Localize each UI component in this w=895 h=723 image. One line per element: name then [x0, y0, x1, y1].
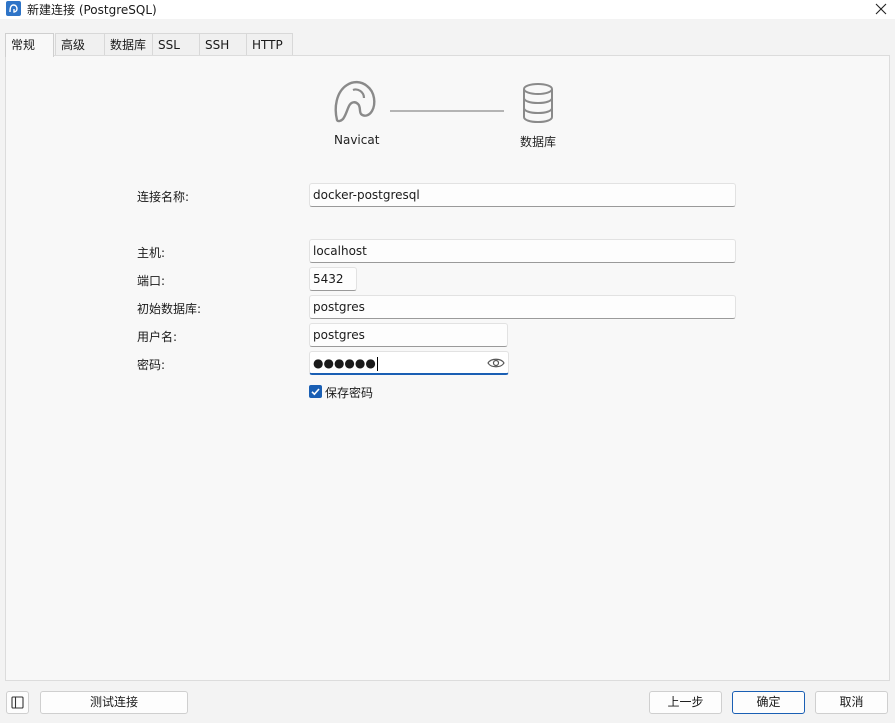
initial-database-input[interactable]: postgres — [309, 295, 736, 319]
initial-database-label: 初始数据库: — [137, 302, 202, 316]
navicat-logo-icon — [334, 80, 376, 123]
test-connection-button[interactable]: 测试连接 — [40, 691, 188, 714]
save-password-checkbox[interactable] — [309, 385, 322, 398]
title-bar: 新建连接 (PostgreSQL) — [0, 0, 895, 19]
ok-button[interactable]: 确定 — [732, 691, 805, 714]
password-masked-value: ●●●●●● — [313, 356, 376, 370]
host-label: 主机: — [137, 246, 166, 260]
port-label: 端口: — [137, 274, 166, 288]
tab-ssl[interactable]: SSL — [152, 33, 200, 56]
previous-button[interactable]: 上一步 — [649, 691, 722, 714]
tab-http[interactable]: HTTP — [246, 33, 293, 56]
navicat-label: Navicat — [334, 133, 380, 147]
database-label: 数据库 — [520, 135, 557, 149]
connection-line — [390, 110, 504, 112]
sidebar-toggle-button[interactable] — [6, 691, 29, 714]
tab-general[interactable]: 常规 — [5, 33, 54, 57]
password-label: 密码: — [137, 358, 166, 372]
tab-bar: 常规 高级 数据库 SSL SSH HTTP — [5, 33, 895, 57]
checkmark-icon — [311, 388, 320, 396]
password-input[interactable]: ●●●●●● — [309, 351, 509, 375]
text-caret — [376, 356, 378, 371]
database-icon — [523, 83, 553, 124]
show-password-eye-icon[interactable] — [487, 356, 505, 370]
host-input[interactable]: localhost — [309, 239, 736, 263]
tab-databases[interactable]: 数据库 — [104, 33, 153, 56]
connection-name-label: 连接名称: — [137, 190, 190, 204]
app-icon — [6, 1, 21, 16]
tab-advanced[interactable]: 高级 — [55, 33, 105, 56]
port-input[interactable]: 5432 — [309, 267, 357, 291]
panel-toggle-icon — [11, 696, 24, 709]
save-password-label[interactable]: 保存密码 — [325, 384, 373, 401]
window-title: 新建连接 (PostgreSQL) — [27, 3, 157, 17]
connection-name-input[interactable]: docker-postgresql — [309, 183, 736, 207]
username-label: 用户名: — [137, 330, 178, 344]
cancel-button[interactable]: 取消 — [815, 691, 888, 714]
tab-ssh[interactable]: SSH — [199, 33, 247, 56]
close-icon[interactable] — [872, 0, 890, 18]
username-input[interactable]: postgres — [309, 323, 508, 347]
